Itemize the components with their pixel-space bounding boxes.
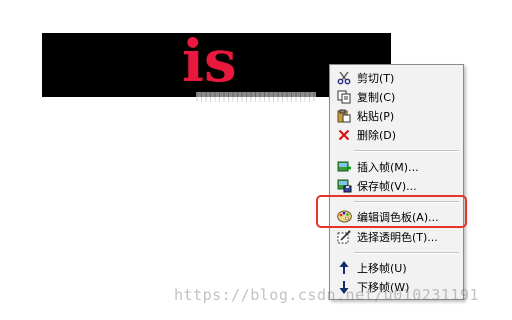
menu-item-label: 复制(C) <box>357 90 396 104</box>
canvas-edge-noise <box>196 92 316 102</box>
menu-item-edit-palette[interactable]: 编辑调色板(A)... <box>332 207 461 226</box>
menu-item-paste[interactable]: 粘贴(P) <box>332 106 461 125</box>
menu-item-select-transparent[interactable]: 选择透明色(T)... <box>332 227 461 246</box>
menu-separator <box>354 150 459 152</box>
paste-icon <box>336 108 352 124</box>
menu-item-label: 选择透明色(T)... <box>357 230 438 244</box>
menu-item-label: 插入帧(M)... <box>357 160 419 174</box>
arrow-up-icon <box>336 260 352 276</box>
menu-item-label: 删除(D) <box>357 128 397 142</box>
insert-frame-icon <box>336 159 352 175</box>
canvas-text: is <box>182 27 237 95</box>
menu-item-label: 剪切(T) <box>357 71 395 85</box>
transparent-color-icon <box>336 229 352 245</box>
menu-item-cut[interactable]: 剪切(T) <box>332 68 461 87</box>
menu-separator <box>354 201 459 203</box>
save-frame-icon <box>336 178 352 194</box>
delete-x-icon <box>336 127 352 143</box>
menu-item-label: 粘贴(P) <box>357 109 395 123</box>
menu-item-delete[interactable]: 删除(D) <box>332 125 461 144</box>
menu-item-save-frame[interactable]: 保存帧(V)... <box>332 176 461 195</box>
palette-icon <box>336 209 352 225</box>
watermark-text: https://blog.csdn.net/u010231191 <box>174 286 479 304</box>
menu-item-label: 编辑调色板(A)... <box>357 210 439 224</box>
scissors-icon <box>336 70 352 86</box>
context-menu: 剪切(T) 复制(C) 粘贴(P) 删除(D) 插入帧(M)... 保存帧(V)… <box>329 64 464 300</box>
copy-icon <box>336 89 352 105</box>
menu-item-label: 上移帧(U) <box>357 261 407 275</box>
menu-item-insert-frame[interactable]: 插入帧(M)... <box>332 157 461 176</box>
menu-item-copy[interactable]: 复制(C) <box>332 87 461 106</box>
menu-item-label: 保存帧(V)... <box>357 179 417 193</box>
menu-item-move-frame-up[interactable]: 上移帧(U) <box>332 258 461 277</box>
menu-separator <box>354 252 459 254</box>
